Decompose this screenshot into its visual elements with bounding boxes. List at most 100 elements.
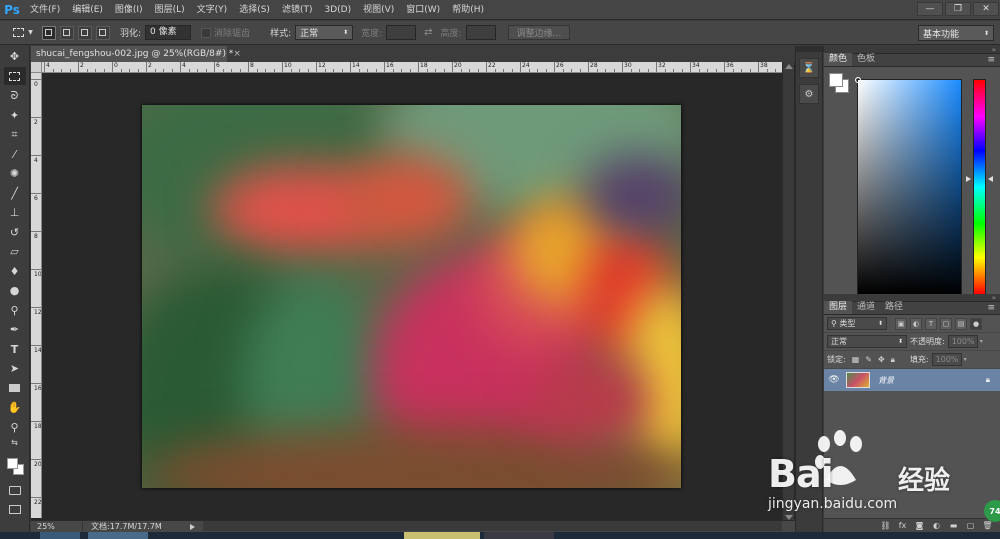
hand-tool[interactable]: ✋ xyxy=(4,399,26,417)
canvas-image[interactable] xyxy=(142,105,681,488)
foreground-color[interactable] xyxy=(6,457,18,469)
quick-mask-button[interactable] xyxy=(4,481,26,499)
fill-input[interactable]: 100% xyxy=(931,353,962,366)
layer-thumbnail[interactable] xyxy=(846,372,870,388)
chevron-down-icon[interactable]: ▾ xyxy=(980,338,983,345)
eye-icon[interactable]: 👁︎ xyxy=(824,375,844,385)
zoom-tool[interactable]: ⚲ xyxy=(4,418,26,436)
subtract-selection-button[interactable] xyxy=(78,25,92,40)
crop-tool[interactable]: ⌗ xyxy=(4,126,26,144)
workspace-select[interactable]: 基本功能 ⬍ xyxy=(918,25,994,41)
color-swatches[interactable] xyxy=(3,454,27,480)
dock-grip[interactable] xyxy=(796,46,824,52)
tab-color[interactable]: 颜色 xyxy=(824,53,853,66)
lock-pixels-icon[interactable]: ✎ xyxy=(865,355,872,364)
hue-slider[interactable] xyxy=(973,79,986,295)
tab-paths[interactable]: 路径 xyxy=(880,301,908,314)
move-tool[interactable]: ✥ xyxy=(4,48,26,66)
shape-tool[interactable] xyxy=(4,379,26,397)
style-select[interactable]: 正常 ⬍ xyxy=(295,25,354,40)
tab-layers[interactable]: 图层 xyxy=(824,301,853,314)
menu-filter[interactable]: 滤镜(T) xyxy=(276,0,319,20)
panel-menu-icon[interactable]: ≡ xyxy=(987,54,995,67)
menu-help[interactable]: 帮助(H) xyxy=(446,0,490,20)
swap-colors[interactable]: ⇆ xyxy=(4,438,26,448)
type-tool[interactable]: T xyxy=(4,340,26,358)
adjustment-filter-icon[interactable]: ◐ xyxy=(910,317,922,330)
healing-tool[interactable]: ✺ xyxy=(4,165,26,183)
add-selection-button[interactable] xyxy=(60,25,74,40)
scroll-up-icon[interactable] xyxy=(785,64,793,69)
tab-swatches[interactable]: 色板 xyxy=(852,53,880,66)
hue-marker-right[interactable] xyxy=(988,176,993,182)
horizontal-ruler[interactable]: 4 2 0 2 4 6 8 10 12 14 16 18 20 22 24 26 28 30 32 34 36 38 xyxy=(42,62,782,73)
picker-cursor[interactable] xyxy=(855,77,861,83)
restore-button[interactable]: ❐ xyxy=(945,2,971,16)
menu-edit[interactable]: 编辑(E) xyxy=(66,0,109,20)
shape-filter-icon[interactable]: ▢ xyxy=(940,317,952,330)
chevron-down-icon[interactable]: ▾ xyxy=(964,356,967,363)
eraser-tool[interactable]: ▱ xyxy=(4,243,26,261)
dodge-tool[interactable]: ⚲ xyxy=(4,301,26,319)
history-brush-tool[interactable]: ↺ xyxy=(4,223,26,241)
menu-file[interactable]: 文件(F) xyxy=(24,0,66,20)
status-menu-icon[interactable] xyxy=(190,523,195,530)
lock-transparency-icon[interactable]: ▦ xyxy=(852,355,860,364)
feather-input[interactable]: 0 像素 xyxy=(145,25,192,40)
pixel-filter-icon[interactable]: ▣ xyxy=(895,317,907,330)
smart-object-filter-icon[interactable]: ▤ xyxy=(955,317,967,330)
history-panel-button[interactable]: ⌛ xyxy=(799,58,819,78)
taskbar-item[interactable] xyxy=(88,532,148,539)
minimize-button[interactable]: — xyxy=(917,2,943,16)
marquee-tool[interactable] xyxy=(3,67,26,85)
swap-icon[interactable]: ⇄ xyxy=(424,27,432,38)
collapse-icon[interactable]: » xyxy=(992,46,996,54)
zoom-level[interactable]: 25% xyxy=(31,522,83,531)
collapse-icon[interactable]: » xyxy=(992,294,996,302)
properties-panel-button[interactable]: ⚙ xyxy=(799,84,819,104)
pen-tool[interactable]: ✒ xyxy=(4,321,26,339)
height-input[interactable] xyxy=(465,25,496,40)
horizontal-scrollbar[interactable] xyxy=(203,521,782,531)
refine-edge-button[interactable]: 调整边缘... xyxy=(507,25,571,40)
layer-row-background[interactable]: 👁︎ 背景 🔒︎ xyxy=(824,369,1000,391)
notification-badge[interactable]: 74 xyxy=(984,500,1000,522)
color-picker-field[interactable] xyxy=(857,79,962,295)
path-select-tool[interactable]: ➤ xyxy=(4,360,26,378)
menu-view[interactable]: 视图(V) xyxy=(357,0,400,20)
taskbar-item[interactable] xyxy=(40,532,80,539)
close-document-icon[interactable]: × xyxy=(233,49,241,59)
width-input[interactable] xyxy=(386,25,417,40)
blur-tool[interactable]: ● xyxy=(4,282,26,300)
type-filter-icon[interactable]: T xyxy=(925,317,937,330)
screen-mode-button[interactable] xyxy=(4,501,26,519)
intersect-selection-button[interactable] xyxy=(96,25,110,40)
tool-preset-picker[interactable]: ▼ xyxy=(6,24,40,42)
menu-type[interactable]: 文字(Y) xyxy=(191,0,234,20)
taskbar-item[interactable] xyxy=(484,532,554,539)
menu-layer[interactable]: 图层(L) xyxy=(149,0,191,20)
menu-window[interactable]: 窗口(W) xyxy=(400,0,446,20)
opacity-input[interactable]: 100% xyxy=(947,335,978,348)
pasteboard[interactable] xyxy=(42,73,782,518)
menu-image[interactable]: 图像(I) xyxy=(109,0,149,20)
tab-channels[interactable]: 通道 xyxy=(852,301,880,314)
layer-name[interactable]: 背景 xyxy=(878,375,894,386)
foreground-swatch[interactable] xyxy=(829,73,843,87)
panel-menu-icon[interactable]: ≡ xyxy=(987,302,995,315)
filter-toggle-icon[interactable]: ● xyxy=(970,317,982,330)
vertical-ruler[interactable]: 0 2 4 6 8 10 12 14 16 18 20 22 xyxy=(31,73,42,518)
menu-3d[interactable]: 3D(D) xyxy=(318,0,357,20)
taskbar-item[interactable] xyxy=(404,532,480,539)
paint-bucket-tool[interactable]: ♦ xyxy=(4,262,26,280)
quick-select-tool[interactable]: ✦ xyxy=(4,106,26,124)
lasso-tool[interactable]: ᘐ xyxy=(4,87,26,105)
lock-position-icon[interactable]: ✥ xyxy=(878,355,885,364)
hue-marker-left[interactable] xyxy=(966,176,971,182)
eyedropper-tool[interactable]: ⁄ xyxy=(4,145,26,163)
new-selection-button[interactable] xyxy=(42,25,56,40)
lock-all-icon[interactable]: 🔒︎ xyxy=(891,355,895,365)
menu-select[interactable]: 选择(S) xyxy=(233,0,276,20)
close-button[interactable]: ✕ xyxy=(973,2,999,16)
ruler-origin[interactable] xyxy=(31,62,42,73)
